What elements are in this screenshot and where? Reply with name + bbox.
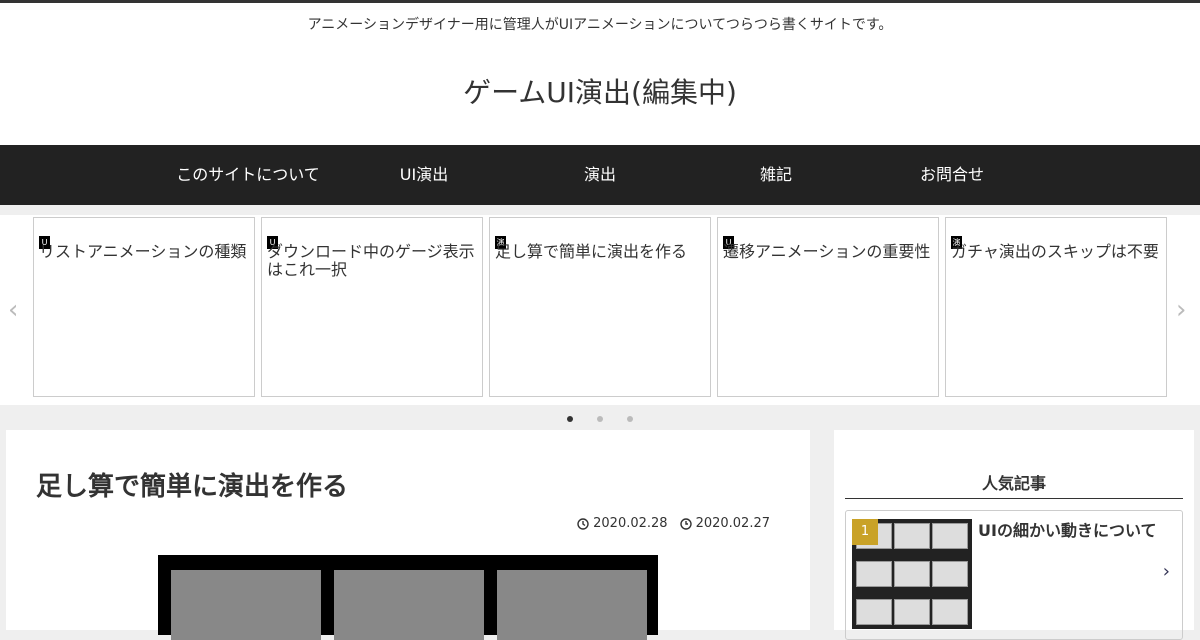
thumb-cell [932, 523, 968, 549]
featured-carousel: ‹ U リストアニメーションの種類 U ダウンロード中のゲージ表示はこれ一択 演… [0, 215, 1200, 405]
thumb-cell [856, 599, 892, 625]
thumb-cell [856, 561, 892, 587]
thumb-cell [894, 523, 930, 549]
main-nav: このサイトについて UI演出 演出 雑記 お問合せ [0, 145, 1200, 205]
carousel-card[interactable]: U リストアニメーションの種類 [33, 217, 255, 397]
article-eyecatch-image [158, 555, 658, 640]
published-date: 2020.02.27 [679, 516, 770, 531]
chevron-right-icon[interactable]: › [1176, 295, 1186, 325]
site-title[interactable]: ゲームUI演出(編集中) [0, 71, 1200, 111]
nav-item-misc[interactable]: 雑記 [688, 145, 864, 205]
popular-post-title: UIの細かい動きについて [978, 521, 1157, 540]
published-date-text: 2020.02.27 [695, 516, 770, 531]
clock-icon [679, 517, 692, 530]
chevron-left-icon[interactable]: ‹ [8, 295, 18, 325]
thumb-cell [932, 599, 968, 625]
rank-badge: 1 [852, 519, 878, 545]
nav-item-about[interactable]: このサイトについて [160, 145, 336, 205]
card-title: ダウンロード中のゲージ表示はこれ一択 [267, 242, 475, 279]
card-title: リストアニメーションの種類 [39, 242, 247, 261]
site-tagline: アニメーションデザイナー用に管理人がUIアニメーションについてつらつら書くサイト… [307, 17, 893, 33]
nav-item-effects[interactable]: 演出 [512, 145, 688, 205]
carousel-dot[interactable] [597, 416, 603, 422]
thumb-cell [932, 561, 968, 587]
carousel-dot[interactable] [567, 416, 573, 422]
popular-posts-title: 人気記事 [845, 470, 1183, 499]
article-title: 足し算で簡単に演出を作る [36, 472, 349, 502]
nav-item-contact[interactable]: お問合せ [864, 145, 1040, 205]
popular-post-item[interactable]: 1 UIの細かい動きについて › [845, 510, 1183, 640]
site-header: アニメーションデザイナー用に管理人がUIアニメーションについてつらつら書くサイト… [0, 3, 1200, 145]
card-title: ガチャ演出のスキップは不要 [951, 242, 1159, 261]
updated-date-text: 2020.02.28 [593, 516, 668, 531]
nav-item-ui-effects[interactable]: UI演出 [336, 145, 512, 205]
thumb-cell [894, 561, 930, 587]
history-icon [577, 517, 589, 530]
thumb-cell [894, 599, 930, 625]
carousel-dots [0, 410, 1200, 428]
carousel-card[interactable]: U 遷移アニメーションの重要性 [717, 217, 939, 397]
article-dates: 2020.02.28 2020.02.27 [577, 516, 770, 531]
chevron-right-icon: › [1162, 561, 1170, 582]
card-title: 足し算で簡単に演出を作る [495, 242, 688, 261]
carousel-card[interactable]: 演 ガチャ演出のスキップは不要 [945, 217, 1167, 397]
carousel-dot[interactable] [627, 416, 633, 422]
sidebar: 人気記事 1 UIの細かい動きについて › [834, 430, 1194, 640]
updated-date: 2020.02.28 [577, 516, 668, 531]
carousel-card[interactable]: 演 足し算で簡単に演出を作る [489, 217, 711, 397]
carousel-card[interactable]: U ダウンロード中のゲージ表示はこれ一択 [261, 217, 483, 397]
article-main: 足し算で簡単に演出を作る 2020.02.28 2020.02.27 [6, 430, 810, 640]
card-title: 遷移アニメーションの重要性 [723, 242, 931, 261]
